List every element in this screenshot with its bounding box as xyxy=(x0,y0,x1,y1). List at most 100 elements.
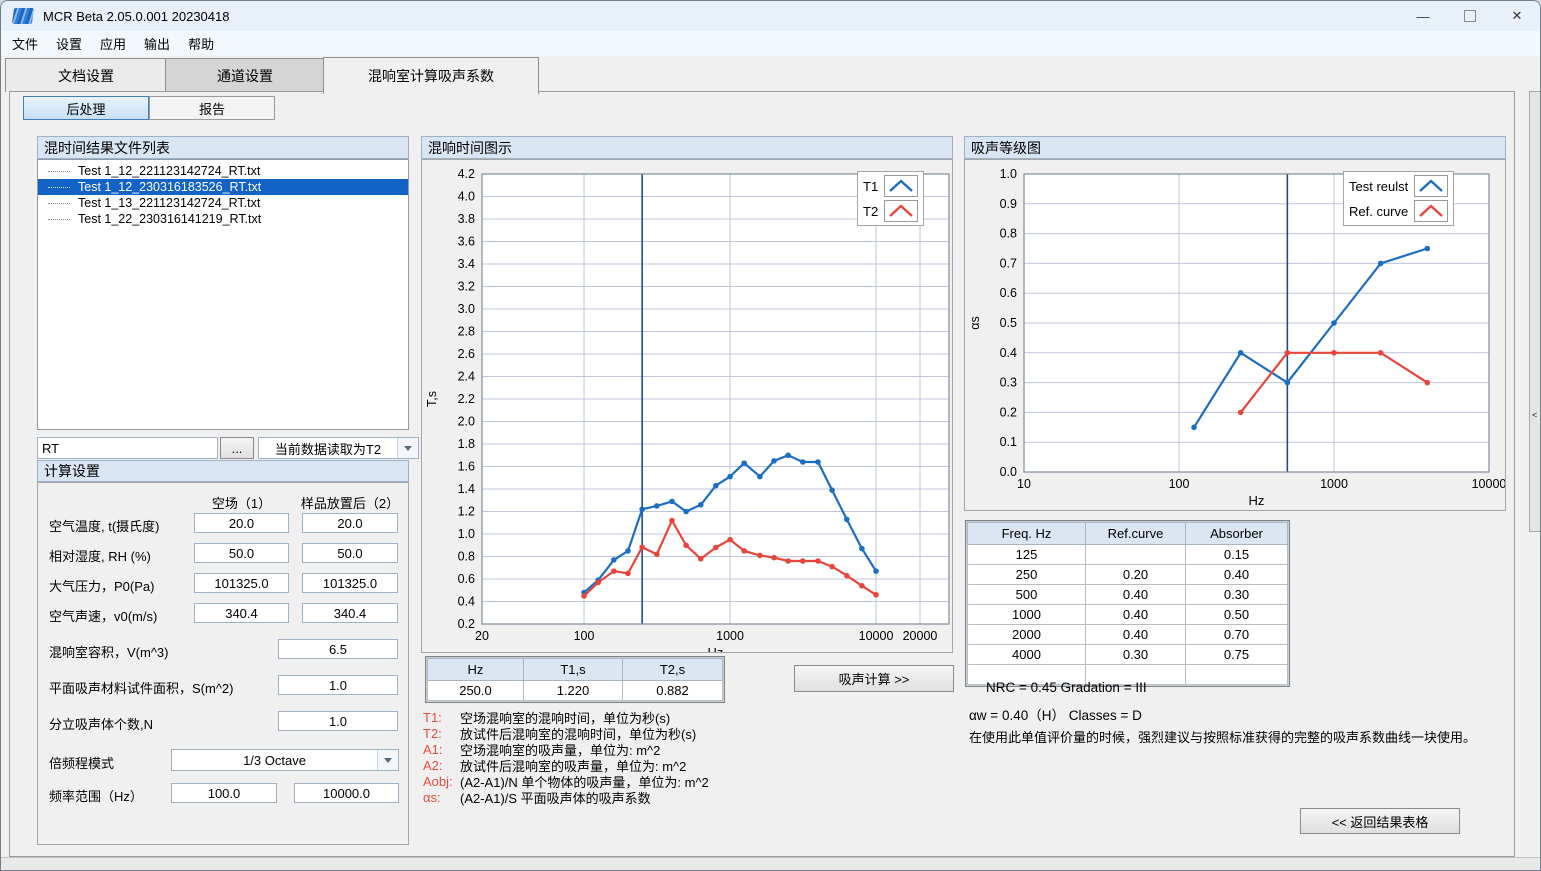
input-sound-speed-2[interactable] xyxy=(302,603,398,623)
table-header-row: HzT1,sT2,s xyxy=(428,659,723,681)
nrc-result: NRC = 0.45 Gradation = III xyxy=(986,680,1147,695)
table-header-cell[interactable]: Ref.curve xyxy=(1086,523,1186,545)
close-button[interactable]: ✕ xyxy=(1494,1,1540,31)
input-sound-speed-1[interactable] xyxy=(194,603,289,623)
table-header-cell[interactable]: T1,s xyxy=(524,659,623,681)
octave-mode-combo[interactable]: 1/3 Octave xyxy=(171,749,399,771)
input-absorber-count[interactable] xyxy=(278,711,398,731)
tab-report[interactable]: 报告 xyxy=(149,96,275,120)
main-tab-0[interactable]: 文档设置 xyxy=(5,58,167,92)
menu-item-4[interactable]: 帮助 xyxy=(179,31,223,56)
file-item[interactable]: Test 1_22_230316141219_RT.txt xyxy=(38,211,408,227)
table-row[interactable]: 20000.400.70 xyxy=(968,625,1288,645)
table-header-cell[interactable]: Absorber xyxy=(1186,523,1288,545)
legend-row: T1 xyxy=(863,175,918,197)
absorption-calc-label: 吸声计算 >> xyxy=(839,669,910,688)
table-row[interactable]: 5000.400.30 xyxy=(968,585,1288,605)
label-room-volume: 混响室容积，V(m^3) xyxy=(49,642,169,661)
menu-item-0[interactable]: 文件 xyxy=(3,31,47,56)
svg-text:0.4: 0.4 xyxy=(458,595,475,609)
svg-text:Hz: Hz xyxy=(1249,493,1265,508)
label-air-temp: 空气温度, t(摄氏度) xyxy=(49,516,160,535)
svg-text:1.0: 1.0 xyxy=(458,527,475,541)
combo-dropdown-button[interactable] xyxy=(397,438,418,458)
svg-text:0.4: 0.4 xyxy=(1000,346,1017,360)
absorption-calc-button[interactable]: 吸声计算 >> xyxy=(794,665,954,692)
aw-usage-note: 在使用此单值评价量的时候，强烈建议与按照标准获得的完整的吸声系数曲线一块使用。 xyxy=(969,727,1476,746)
octave-combo-button[interactable] xyxy=(377,750,398,770)
rt-values-table: HzT1,sT2,s250.01.2200.882 xyxy=(427,658,723,701)
file-item-label: Test 1_13_221123142724_RT.txt xyxy=(78,196,260,210)
browse-button[interactable]: ... xyxy=(220,437,254,459)
svg-text:20: 20 xyxy=(475,629,489,643)
table-cell: 500 xyxy=(968,585,1086,605)
menu-bar: 文件设置应用输出帮助 xyxy=(1,31,1541,56)
legend-label: T1 xyxy=(863,179,878,194)
input-humidity-2[interactable] xyxy=(302,543,398,563)
table-header-cell[interactable]: T2,s xyxy=(623,659,723,681)
svg-text:3.2: 3.2 xyxy=(458,280,475,294)
maximize-button[interactable] xyxy=(1447,1,1493,31)
file-item[interactable]: Test 1_12_221123142724_RT.txt xyxy=(38,163,408,179)
menu-item-3[interactable]: 输出 xyxy=(135,31,179,56)
tab-postprocess[interactable]: 后处理 xyxy=(23,96,149,120)
label-absorber-count: 分立吸声体个数,N xyxy=(49,714,153,733)
table-row[interactable]: 250.01.2200.882 xyxy=(428,681,723,701)
svg-text:0.3: 0.3 xyxy=(1000,376,1017,390)
file-list-header: 混时间结果文件列表 xyxy=(37,136,409,159)
input-room-volume[interactable] xyxy=(278,639,398,659)
note-text: (A2-A1)/S 平面吸声体的吸声系数 xyxy=(460,788,651,807)
table-row[interactable]: 40000.300.75 xyxy=(968,645,1288,665)
input-freq-min[interactable] xyxy=(171,783,277,803)
minimize-button[interactable]: — xyxy=(1400,1,1446,31)
rt-name-input[interactable] xyxy=(37,437,218,459)
chevron-down-icon xyxy=(404,446,412,451)
input-pressure-1[interactable] xyxy=(194,573,289,593)
input-air-temp-1[interactable] xyxy=(194,513,289,533)
maximize-icon xyxy=(1464,10,1476,22)
table-cell: 0.40 xyxy=(1086,585,1186,605)
note-key: A1: xyxy=(423,742,453,757)
svg-text:2.6: 2.6 xyxy=(458,347,475,361)
input-freq-max[interactable] xyxy=(294,783,399,803)
svg-text:3.4: 3.4 xyxy=(458,257,475,271)
table-row[interactable]: 2500.200.40 xyxy=(968,565,1288,585)
tree-branch-icon xyxy=(48,187,70,188)
file-item[interactable]: Test 1_13_221123142724_RT.txt xyxy=(38,195,408,211)
file-item-label: Test 1_22_230316141219_RT.txt xyxy=(78,212,261,226)
table-header-cell[interactable]: Freq. Hz xyxy=(968,523,1086,545)
file-list[interactable]: Test 1_12_221123142724_RT.txtTest 1_12_2… xyxy=(37,159,409,430)
svg-text:αs: αs xyxy=(968,316,982,329)
data-target-combo[interactable]: 当前数据读取为T2 xyxy=(258,437,419,459)
back-to-results-button[interactable]: << 返回结果表格 xyxy=(1300,808,1460,834)
note-key: Aobj: xyxy=(423,774,453,789)
collapse-arrow-icon[interactable]: < xyxy=(1532,410,1537,420)
table-row[interactable]: 1250.15 xyxy=(968,545,1288,565)
table-cell: 4000 xyxy=(968,645,1086,665)
abs-chart-title: 吸声等级图 xyxy=(971,138,1041,158)
main-tab-1[interactable]: 通道设置 xyxy=(165,58,325,92)
input-humidity-1[interactable] xyxy=(194,543,289,563)
input-pressure-2[interactable] xyxy=(302,573,398,593)
abs-chart-header: 吸声等级图 xyxy=(964,136,1506,159)
table-header-cell[interactable]: Hz xyxy=(428,659,524,681)
input-air-temp-2[interactable] xyxy=(302,513,398,533)
input-sample-area[interactable] xyxy=(278,675,398,695)
table-cell: 0.40 xyxy=(1086,625,1186,645)
svg-text:2.8: 2.8 xyxy=(458,325,475,339)
tab-report-label: 报告 xyxy=(199,99,225,118)
window-bottom-edge xyxy=(1,857,1541,871)
svg-text:0.5: 0.5 xyxy=(1000,316,1017,330)
menu-item-2[interactable]: 应用 xyxy=(91,31,135,56)
main-tab-2[interactable]: 混响室计算吸声系数 xyxy=(323,57,539,94)
table-row[interactable]: 10000.400.50 xyxy=(968,605,1288,625)
svg-text:10000: 10000 xyxy=(859,629,894,643)
file-item[interactable]: Test 1_12_230316183526_RT.txt xyxy=(38,179,408,195)
abs-chart-legend: Test reulstRef. curve xyxy=(1343,171,1454,226)
label-freq-range: 频率范围（Hz） xyxy=(49,786,143,805)
tree-branch-icon xyxy=(48,171,70,172)
app-icon xyxy=(12,8,34,24)
menu-item-1[interactable]: 设置 xyxy=(47,31,91,56)
label-octave-mode: 倍频程模式 xyxy=(49,753,114,772)
data-target-value: 当前数据读取为T2 xyxy=(259,439,397,458)
